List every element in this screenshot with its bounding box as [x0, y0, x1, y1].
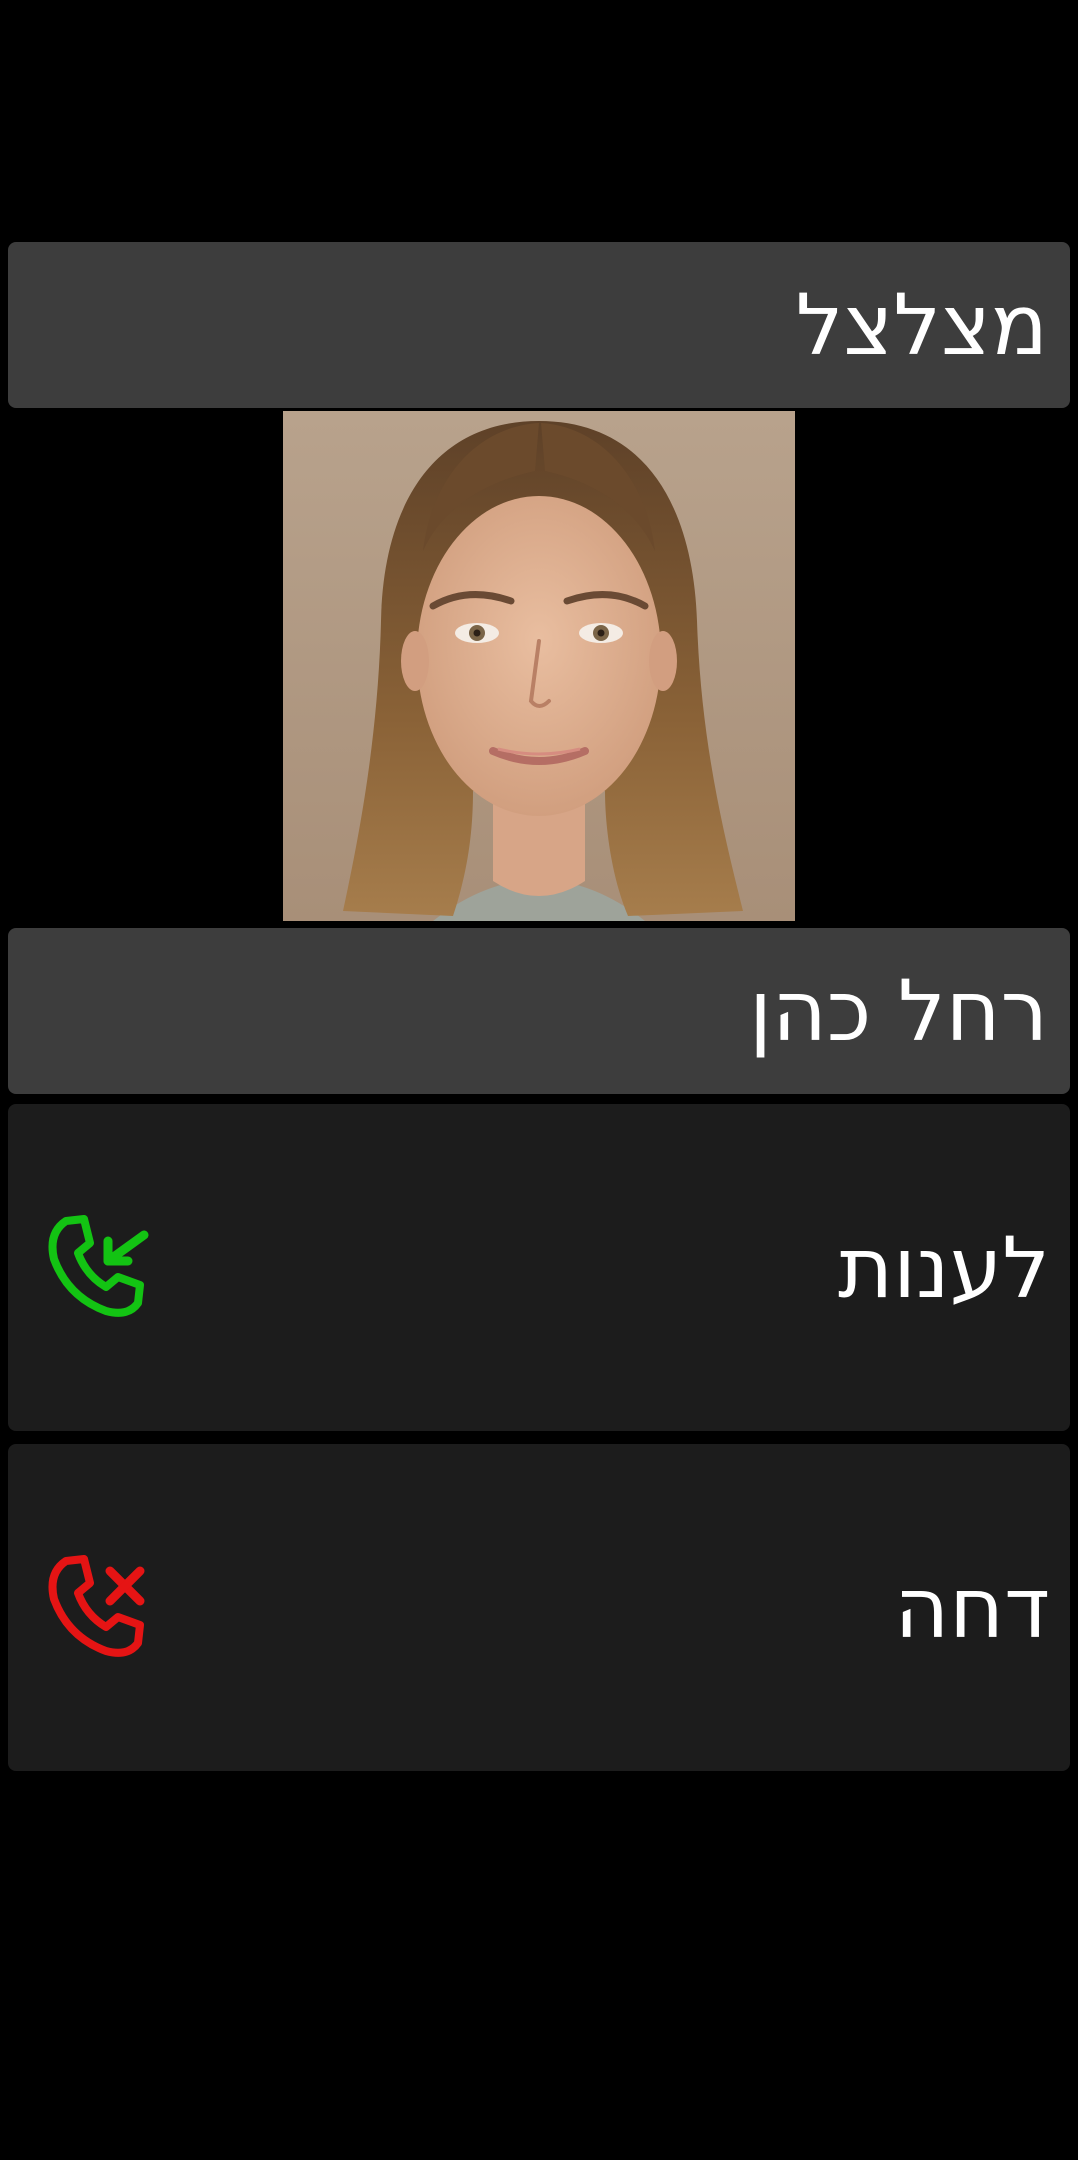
- decline-call-button[interactable]: דחה: [8, 1444, 1070, 1771]
- caller-avatar: [283, 411, 795, 921]
- phone-incoming-icon: [44, 1213, 154, 1323]
- decline-label: דחה: [894, 1558, 1050, 1657]
- incoming-call-screen: מצלצל רחל כהן לענות דחה: [0, 0, 1078, 2160]
- caller-name: רחל כהן: [749, 962, 1048, 1060]
- call-status-bar: מצלצל: [8, 242, 1070, 408]
- caller-photo-icon: [283, 411, 795, 921]
- call-status-label: מצלצל: [795, 276, 1048, 374]
- phone-decline-icon: [44, 1553, 154, 1663]
- caller-name-bar: רחל כהן: [8, 928, 1070, 1094]
- answer-label: לענות: [837, 1218, 1050, 1317]
- answer-call-button[interactable]: לענות: [8, 1104, 1070, 1431]
